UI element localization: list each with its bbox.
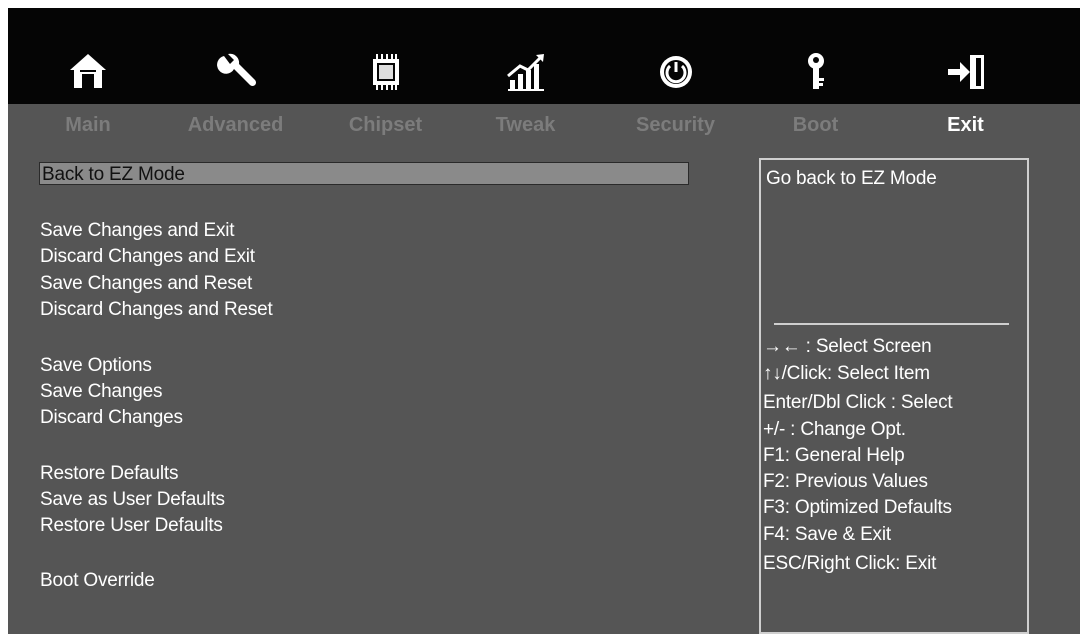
tab-security[interactable]: Security bbox=[623, 8, 728, 153]
menu-item-discard-changes-and-exit[interactable]: Discard Changes and Exit bbox=[40, 246, 255, 268]
tab-label: Boot bbox=[792, 114, 839, 136]
tab-bar: Main Advanced Chipset Tweak Security Boo… bbox=[8, 8, 1080, 153]
menu-item-save-as-user-defaults[interactable]: Save as User Defaults bbox=[40, 489, 225, 511]
wrench-icon bbox=[216, 53, 256, 87]
menu-item-save-changes[interactable]: Save Changes bbox=[40, 381, 162, 403]
tab-label: Tweak bbox=[495, 114, 556, 136]
bios-window: Main Advanced Chipset Tweak Security Boo… bbox=[8, 8, 1080, 634]
key-hint: F1: General Help bbox=[763, 445, 905, 466]
tab-label: Security bbox=[636, 114, 715, 136]
tab-label: Advanced bbox=[187, 114, 284, 136]
chart-icon bbox=[506, 54, 544, 91]
chip-icon bbox=[372, 54, 399, 90]
menu-item-save-changes-and-reset[interactable]: Save Changes and Reset bbox=[40, 273, 252, 295]
tab-exit[interactable]: Exit bbox=[923, 8, 1008, 153]
tab-boot[interactable]: Boot bbox=[773, 8, 858, 153]
exit-icon bbox=[947, 55, 984, 89]
key-hint: Enter/Dbl Click : Select bbox=[763, 392, 953, 413]
key-icon bbox=[807, 53, 824, 89]
key-hint: F3: Optimized Defaults bbox=[763, 497, 952, 518]
menu-item-restore-defaults[interactable]: Restore Defaults bbox=[40, 463, 179, 485]
tab-chipset[interactable]: Chipset bbox=[333, 8, 438, 153]
tab-label: Chipset bbox=[348, 114, 423, 136]
key-hint: →← : Select Screen bbox=[763, 336, 932, 357]
menu-item-save-changes-and-exit[interactable]: Save Changes and Exit bbox=[40, 220, 235, 242]
key-hint: +/- : Change Opt. bbox=[763, 419, 906, 440]
menu-item-back-to-ez-mode[interactable]: Back to EZ Mode bbox=[39, 162, 689, 185]
tab-advanced[interactable]: Advanced bbox=[178, 8, 293, 153]
tab-tweak[interactable]: Tweak bbox=[478, 8, 573, 153]
key-hint: ESC/Right Click: Exit bbox=[763, 553, 937, 574]
tab-main[interactable]: Main bbox=[38, 8, 138, 153]
power-icon bbox=[659, 56, 692, 88]
tab-label: Main bbox=[65, 114, 111, 136]
menu-item-save-options: Save Options bbox=[40, 355, 152, 376]
key-hint: F2: Previous Values bbox=[763, 471, 928, 492]
key-hint: F4: Save & Exit bbox=[763, 524, 891, 545]
home-icon bbox=[70, 54, 106, 88]
menu-item-boot-override: Boot Override bbox=[40, 570, 155, 591]
tab-label: Exit bbox=[947, 114, 984, 136]
menu-item-discard-changes-and-reset[interactable]: Discard Changes and Reset bbox=[40, 299, 273, 321]
help-description: Go back to EZ Mode bbox=[766, 168, 937, 189]
key-hint: ↑↓/Click: Select Item bbox=[763, 363, 930, 384]
help-divider bbox=[774, 323, 1009, 325]
menu-item-discard-changes[interactable]: Discard Changes bbox=[40, 407, 183, 429]
menu-item-restore-user-defaults[interactable]: Restore User Defaults bbox=[40, 515, 223, 537]
